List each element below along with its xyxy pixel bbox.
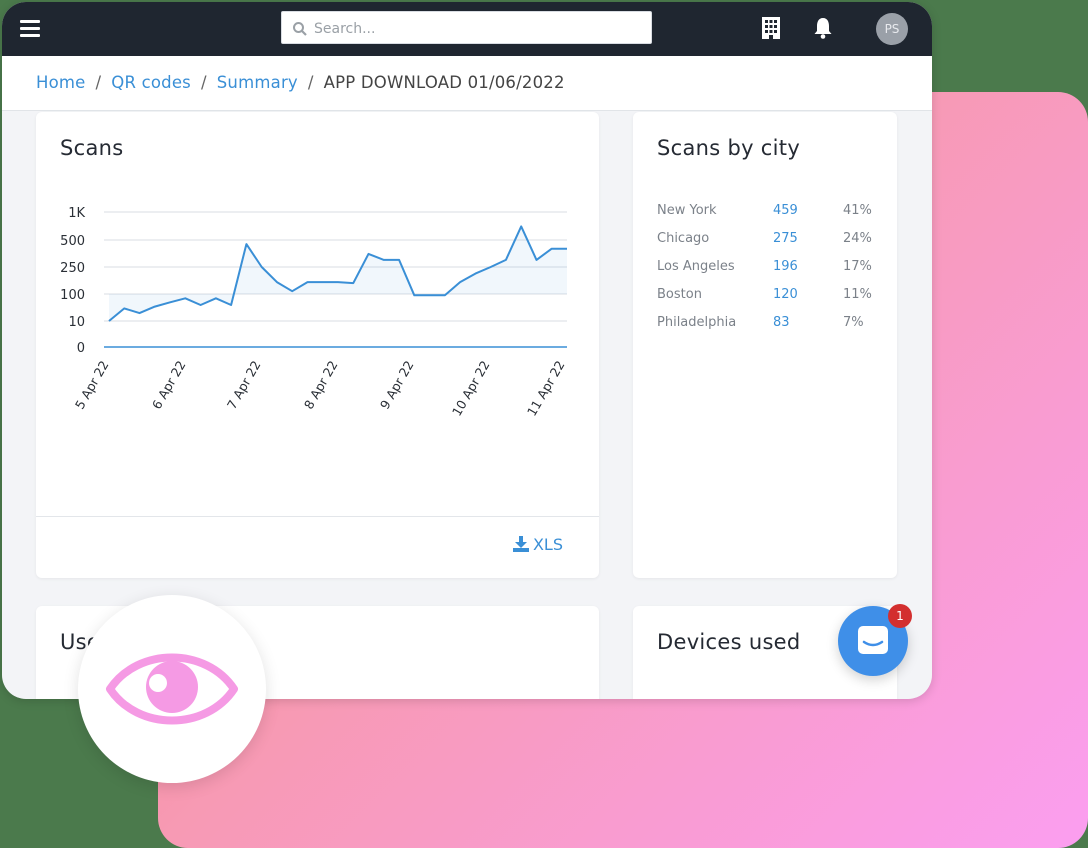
scans-card: Scans 1K 500 250 100 10 0 5 Apr 22 6 Apr 22 7 Ap… [36, 112, 599, 578]
city-percent: 24% [843, 231, 872, 246]
city-count[interactable]: 459 [773, 203, 798, 218]
y-tick-label: 100 [60, 288, 85, 303]
city-name: Chicago [657, 231, 710, 246]
y-tick-label: 1K [68, 206, 85, 221]
city-name: New York [657, 203, 717, 218]
export-xls-button[interactable]: XLS [512, 535, 563, 554]
building-icon[interactable] [760, 16, 782, 40]
city-title: Scans by city [657, 136, 801, 160]
city-count[interactable]: 83 [773, 315, 790, 330]
x-tick-label: 9 Apr 22 [377, 358, 417, 412]
download-icon [512, 536, 529, 552]
search-input[interactable] [312, 16, 646, 42]
city-percent: 11% [843, 287, 872, 302]
breadcrumb-separator: / [307, 73, 314, 92]
y-tick-label: 500 [60, 234, 85, 249]
breadcrumb-separator: / [200, 73, 207, 92]
city-count[interactable]: 120 [773, 287, 798, 302]
y-tick-label: 10 [68, 315, 85, 330]
y-tick-label: 250 [60, 261, 85, 276]
x-tick-label: 7 Apr 22 [224, 358, 264, 412]
breadcrumb-bar: Home / QR codes / Summary / APP DOWNLOAD 01/06… [2, 56, 932, 111]
x-tick-label: 6 Apr 22 [149, 358, 189, 412]
city-percent: 17% [843, 259, 872, 274]
export-xls-label: XLS [532, 535, 563, 554]
devices-title: Devices used [657, 630, 801, 654]
breadcrumb-summary[interactable]: Summary [217, 73, 298, 92]
city-name: Philadelphia [657, 315, 737, 330]
breadcrumb-qr-codes[interactable]: QR codes [111, 73, 191, 92]
x-tick-label: 8 Apr 22 [301, 358, 341, 412]
notification-badge: 1 [888, 604, 912, 628]
breadcrumb-home[interactable]: Home [36, 73, 86, 92]
breadcrumb: Home / QR codes / Summary / APP DOWNLOAD 01/06… [36, 73, 565, 92]
scans-by-city-card: Scans by city New York 459 41% Chicago 275 24… [633, 112, 897, 578]
city-name: Los Angeles [657, 259, 735, 274]
city-percent: 41% [843, 203, 872, 218]
breadcrumb-separator: / [95, 73, 102, 92]
menu-icon[interactable] [20, 20, 40, 38]
city-name: Boston [657, 287, 702, 302]
bell-icon[interactable] [812, 16, 834, 40]
eye-badge [78, 595, 266, 783]
eye-icon [106, 653, 238, 725]
city-count[interactable]: 275 [773, 231, 798, 246]
x-tick-label: 11 Apr 22 [524, 358, 568, 419]
search-box[interactable] [281, 11, 652, 44]
y-tick-label: 0 [77, 341, 85, 356]
city-percent: 7% [843, 315, 864, 330]
avatar[interactable]: PS [876, 13, 908, 45]
x-tick-label: 5 Apr 22 [72, 358, 112, 412]
breadcrumb-current: APP DOWNLOAD 01/06/2022 [323, 73, 565, 92]
series-area [109, 226, 567, 321]
search-icon [293, 22, 307, 36]
scans-line-chart: 1K5002501001005 Apr 22 6 Apr 22 7 Apr 22 8 … [60, 206, 568, 419]
city-count[interactable]: 196 [773, 259, 798, 274]
top-bar: PS [2, 2, 932, 56]
card-footer: XLS [36, 516, 599, 579]
x-tick-label: 10 Apr 22 [449, 358, 493, 419]
